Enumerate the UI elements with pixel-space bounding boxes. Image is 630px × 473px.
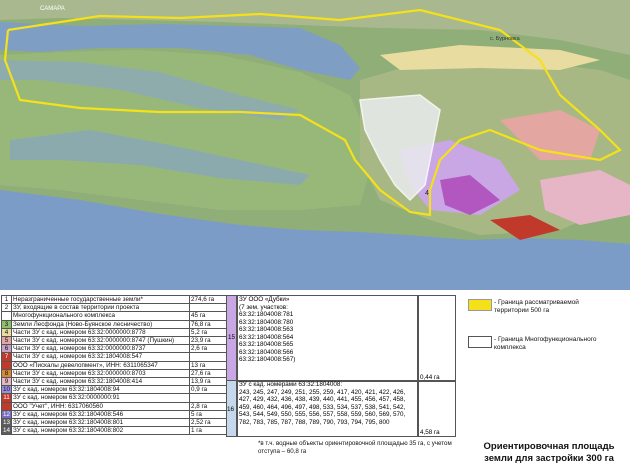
row-description: Части ЗУ с кад. номером 63:32:1804008:54…	[11, 352, 190, 362]
description-line: 63:32:1804008:780	[239, 318, 294, 326]
table-row: 1 Неразграниченные государственные земли*…	[0, 294, 235, 305]
summary-line-2: земли для застройки 300 га	[484, 453, 614, 464]
legend-yellow-line-2: территории 500 га	[494, 307, 550, 314]
table-row: 11 ЗУ с кад. номером 63:32:0000000:91	[0, 393, 235, 403]
land-parcels-table: 1 Неразграниченные государственные земли*…	[0, 294, 235, 436]
legend-white-line-1: - Граница Многофункционального	[494, 336, 597, 343]
row-number	[0, 401, 13, 411]
footnote-line-1: *в т.ч. водные объекты ориентировочной п…	[258, 440, 452, 447]
row-number: 2	[0, 303, 13, 313]
table-row: 2 ЗУ, входящие в состав территории проект…	[0, 303, 235, 313]
row-number: 3	[0, 319, 13, 329]
row-description: ЗУ с кад. номером 63:32:1804008:94	[11, 385, 190, 395]
row-16-description: ЗУ с кад. номерами 63:32:1804008: 243, 24…	[236, 380, 419, 437]
row-description: ООО "Учет", ИНН: 6317060560	[11, 401, 190, 411]
row-16-area-cell: 4,58 га	[417, 380, 456, 437]
description-line: 427, 429, 432, 436, 438, 439, 440, 441, …	[239, 396, 406, 403]
description-line: 63:32:1804008:564	[239, 333, 294, 341]
row-number	[0, 311, 13, 321]
row-15-area-cell: 0,44 га	[417, 295, 456, 382]
description-line: 63:32:1804008:781	[239, 311, 294, 318]
row-description: Части ЗУ с кад. номером 63:32:0000000:87…	[11, 327, 190, 338]
row-description: ЗУ, входящие в состав территории проекта	[11, 303, 190, 313]
description-line: 782, 783, 785, 787, 788, 789, 790, 793, …	[239, 418, 390, 426]
map-label-plot: 4	[425, 190, 429, 197]
row-number: 4	[0, 327, 13, 338]
row-number: 8	[0, 368, 13, 379]
legend-yellow-swatch	[468, 299, 492, 311]
row-description: Части ЗУ с кад. номером 63:32:0000000:87…	[11, 368, 190, 379]
footnote-line-2: отступа – 60,8 га	[258, 447, 307, 455]
row-number: 11	[0, 393, 13, 403]
table-row: 12 ЗУ с кад. номером 63:32:1804008:546 5 г…	[0, 409, 235, 420]
table-row: 7 Части ЗУ с кад. номером 63:32:1804008:5…	[0, 352, 235, 362]
table-row: 6 Части ЗУ с кад. номером 63:32:0000000:8…	[0, 344, 235, 354]
row-description: ООО «Пискалы девелопмент», ИНН: 63110653…	[11, 360, 190, 370]
description-line: 543, 544, 549, 550, 555, 556, 557, 558, …	[239, 411, 406, 418]
description-line: 63:32:1804008:565	[239, 341, 294, 348]
table-row: 5 Части ЗУ с кад. номером 63:32:0000000:8…	[0, 336, 235, 346]
legend-white-label: - Граница Многофункционального комплекса	[494, 336, 597, 352]
row-15-description: ЗУ ООО «Дубки» (7 зем. участков: 63:32:180…	[236, 295, 419, 382]
table-row: 4 Части ЗУ с кад. номером 63:32:0000000:8…	[0, 327, 235, 338]
row-number: 10	[0, 385, 13, 395]
description-line: 243, 245, 247, 249, 251, 255, 259, 417, …	[239, 388, 406, 396]
row-description: Земли Лесфонда (Ново-Буянское лесничеств…	[11, 319, 190, 329]
row-description: ЗУ с кад. номером 63:32:1804008:801	[11, 418, 190, 428]
row-15-number: 15	[228, 334, 236, 341]
row-number	[0, 360, 13, 370]
row-number: 7	[0, 352, 13, 362]
row-number: 12	[0, 409, 13, 420]
table-row: 8 Части ЗУ с кад. номером 63:32:0000000:8…	[0, 368, 235, 379]
table-row: ООО «Пискалы девелопмент», ИНН: 63110653…	[0, 360, 235, 370]
description-line: 459, 460, 464, 496, 497, 498, 533, 534, …	[239, 403, 406, 411]
description-line: 63:32:1804008:563	[239, 326, 294, 333]
footnote: *в т.ч. водные объекты ориентировочной п…	[258, 440, 452, 455]
legend-white-line-2: комплекса	[494, 344, 526, 351]
table-row: 3 Земли Лесфонда (Ново-Буянское лесничест…	[0, 319, 235, 329]
table-row: ООО "Учет", ИНН: 6317060560 2,8 га	[0, 401, 235, 411]
legend-yellow-label: - Граница рассматриваемой территории 500…	[494, 299, 579, 315]
row-number: 13	[0, 418, 13, 428]
row-description: Многофункционального комплекса	[11, 311, 190, 321]
row-description: ЗУ с кад. номером 63:32:0000000:91	[11, 393, 190, 403]
row-number: 1	[0, 294, 13, 305]
map-label-village: с. Бурновка	[490, 36, 521, 42]
row-16-number: 16	[227, 406, 235, 413]
description-line: 63:32:1804008:567)	[239, 356, 296, 363]
map-image: САМАРА с. Бурновка 4	[0, 0, 630, 290]
table-row: 9 Части ЗУ с кад. номером 63:32:1804008:4…	[0, 377, 235, 387]
description-line: ЗУ с кад. номерами 63:32:1804008:	[239, 381, 343, 388]
row-number: 14	[0, 426, 13, 436]
row-description: ЗУ с кад. номером 63:32:1804008:546	[11, 409, 190, 420]
row-number: 5	[0, 336, 13, 346]
description-line: ЗУ ООО «Дубки»	[239, 296, 290, 303]
legend-yellow-line-1: - Граница рассматриваемой	[494, 299, 579, 306]
row-description: Части ЗУ с кад. номером 63:32:0000000:87…	[11, 336, 190, 346]
row-description: ЗУ с кад. номером 63:32:1804008:802	[11, 426, 190, 436]
table-row: Многофункционального комплекса 45 га	[0, 311, 235, 321]
row-16-area: 4,58 га	[420, 428, 440, 436]
summary-note: Ориентировочная площадь земли для застро…	[470, 441, 628, 465]
description-line: (7 зем. участков:	[239, 303, 288, 311]
row-number: 6	[0, 344, 13, 354]
legend-white-swatch	[468, 336, 492, 348]
row-number: 9	[0, 377, 13, 387]
description-line: 63:32:1804008:566	[239, 348, 294, 356]
row-description: Неразграниченные государственные земли*	[11, 294, 190, 305]
summary-line-1: Ориентировочная площадь	[483, 441, 615, 452]
table-row: 10 ЗУ с кад. номером 63:32:1804008:94 0,9 …	[0, 385, 235, 395]
row-description: Части ЗУ с кад. номером 63:32:1804008:41…	[11, 377, 190, 387]
table-row: 14 ЗУ с кад. номером 63:32:1804008:802 1 г…	[0, 426, 235, 436]
row-description: Части ЗУ с кад. номером 63:32:0000000:87…	[11, 344, 190, 354]
map-label-samara: САМАРА	[40, 6, 65, 12]
table-row: 13 ЗУ с кад. номером 63:32:1804008:801 2,5…	[0, 418, 235, 428]
